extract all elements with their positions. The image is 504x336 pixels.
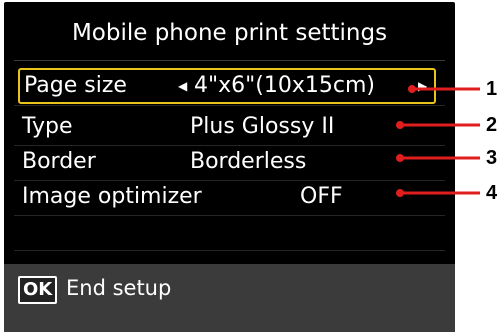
callout-number-4: 4 xyxy=(486,182,498,204)
callout-dot-3 xyxy=(396,154,404,162)
callout-dot-4 xyxy=(396,189,404,197)
callout-number-2: 2 xyxy=(486,114,498,136)
callout-number-1: 1 xyxy=(486,78,498,100)
callout-number-3: 3 xyxy=(486,147,498,169)
callout-lines xyxy=(396,85,480,197)
callout-dot-1 xyxy=(408,85,416,93)
callout-dot-2 xyxy=(396,121,404,129)
